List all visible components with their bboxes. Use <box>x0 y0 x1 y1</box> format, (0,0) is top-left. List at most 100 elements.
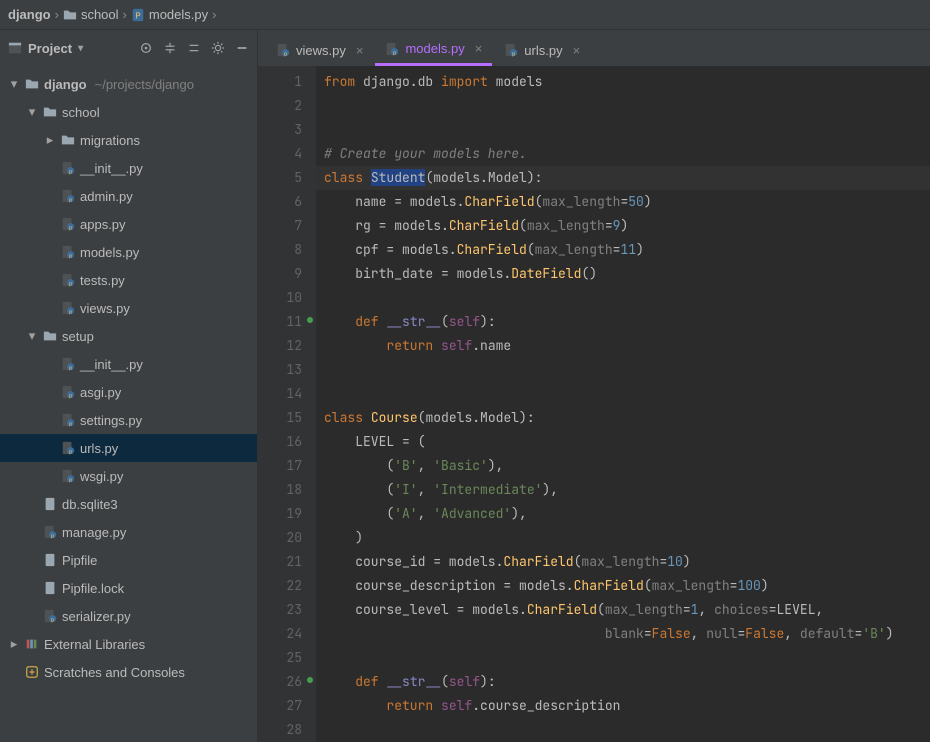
gear-icon[interactable] <box>211 41 225 55</box>
line-number[interactable]: 16 <box>258 430 316 454</box>
code-line[interactable] <box>316 718 930 742</box>
code-line[interactable]: birth_date = models.DateField() <box>316 262 930 286</box>
code-line[interactable]: def __str__(self): <box>316 670 930 694</box>
tree-file-urls-py[interactable]: p urls.py <box>0 434 257 462</box>
code-line[interactable]: ('I', 'Intermediate'), <box>316 478 930 502</box>
line-number[interactable]: 4 <box>258 142 316 166</box>
line-number[interactable]: 2 <box>258 94 316 118</box>
tree-arrow-icon[interactable]: ▾ <box>8 76 20 92</box>
code-line[interactable] <box>316 382 930 406</box>
line-number[interactable]: 26 <box>258 670 316 694</box>
editor-code[interactable]: from django.db import models # Create you… <box>316 66 930 742</box>
code-line[interactable]: return self.name <box>316 334 930 358</box>
close-icon[interactable]: × <box>573 43 581 58</box>
tree-scratches[interactable]: Scratches and Consoles <box>0 658 257 686</box>
tree-folder-migrations[interactable]: ▸ migrations <box>0 126 257 154</box>
code-line[interactable]: ('B', 'Basic'), <box>316 454 930 478</box>
code-line[interactable]: # Create your models here. <box>316 142 930 166</box>
code-line[interactable] <box>316 286 930 310</box>
line-number[interactable]: 1 <box>258 70 316 94</box>
tree-file-admin-py[interactable]: p admin.py <box>0 182 257 210</box>
editor-tab-views-py[interactable]: p views.py × <box>266 34 373 66</box>
tree-file-models-py[interactable]: p models.py <box>0 238 257 266</box>
line-number[interactable]: 18 <box>258 478 316 502</box>
line-number[interactable]: 22 <box>258 574 316 598</box>
code-line[interactable]: from django.db import models <box>316 70 930 94</box>
code-line[interactable]: def __str__(self): <box>316 310 930 334</box>
line-number[interactable]: 14 <box>258 382 316 406</box>
line-number[interactable]: 7 <box>258 214 316 238</box>
line-number[interactable]: 27 <box>258 694 316 718</box>
line-number[interactable]: 6 <box>258 190 316 214</box>
tree-file-views-py[interactable]: p views.py <box>0 294 257 322</box>
tree-root[interactable]: ▾ django ~/projects/django <box>0 70 257 98</box>
editor-tab-urls-py[interactable]: p urls.py × <box>494 34 590 66</box>
code-line[interactable] <box>316 94 930 118</box>
tree-file-apps-py[interactable]: p apps.py <box>0 210 257 238</box>
tree-folder-setup[interactable]: ▾ setup <box>0 322 257 350</box>
code-line[interactable]: course_level = models.CharField(max_leng… <box>316 598 930 622</box>
collapse-all-icon[interactable] <box>187 41 201 55</box>
line-number[interactable]: 23 <box>258 598 316 622</box>
tree-file-manage-py[interactable]: p manage.py <box>0 518 257 546</box>
line-number[interactable]: 12 <box>258 334 316 358</box>
code-line[interactable]: blank=False, null=False, default='B') <box>316 622 930 646</box>
code-line[interactable]: course_description = models.CharField(ma… <box>316 574 930 598</box>
breadcrumb-item-2[interactable]: P models.py <box>131 7 208 22</box>
line-number[interactable]: 10 <box>258 286 316 310</box>
breadcrumb-item-0[interactable]: django <box>8 7 51 22</box>
tree-file-__init__-py[interactable]: p __init__.py <box>0 154 257 182</box>
tree-file-Pipfile[interactable]: Pipfile <box>0 546 257 574</box>
tree-file-settings-py[interactable]: p settings.py <box>0 406 257 434</box>
line-number[interactable]: 21 <box>258 550 316 574</box>
code-line[interactable]: class Course(models.Model): <box>316 406 930 430</box>
code-line[interactable]: ('A', 'Advanced'), <box>316 502 930 526</box>
project-view-selector[interactable]: Project ▾ <box>8 41 83 56</box>
line-number[interactable]: 17 <box>258 454 316 478</box>
line-number[interactable]: 11 <box>258 310 316 334</box>
select-opened-file-icon[interactable] <box>139 41 153 55</box>
tree-file-wsgi-py[interactable]: p wsgi.py <box>0 462 257 490</box>
line-number[interactable]: 28 <box>258 718 316 742</box>
code-line[interactable]: LEVEL = ( <box>316 430 930 454</box>
tree-file-__init__-py[interactable]: p __init__.py <box>0 350 257 378</box>
tree-file-db-sqlite3[interactable]: db.sqlite3 <box>0 490 257 518</box>
line-number[interactable]: 19 <box>258 502 316 526</box>
line-number[interactable]: 24 <box>258 622 316 646</box>
line-number[interactable]: 5 <box>258 166 316 190</box>
code-line[interactable]: name = models.CharField(max_length=50) <box>316 190 930 214</box>
expand-all-icon[interactable] <box>163 41 177 55</box>
tree-file-Pipfile-lock[interactable]: Pipfile.lock <box>0 574 257 602</box>
code-editor[interactable]: 1234567891011121314151617181920212223242… <box>258 66 930 742</box>
close-icon[interactable]: × <box>475 41 483 56</box>
tree-folder-school[interactable]: ▾ school <box>0 98 257 126</box>
line-number[interactable]: 8 <box>258 238 316 262</box>
code-line[interactable]: class Student(models.Model): <box>316 166 930 190</box>
code-line[interactable]: return self.course_description <box>316 694 930 718</box>
code-line[interactable] <box>316 118 930 142</box>
tree-arrow-icon[interactable]: ▾ <box>26 328 38 344</box>
code-line[interactable] <box>316 358 930 382</box>
line-number[interactable]: 25 <box>258 646 316 670</box>
tree-arrow-icon[interactable]: ▸ <box>44 132 56 148</box>
override-gutter-icon[interactable] <box>306 316 314 324</box>
hide-icon[interactable] <box>235 41 249 55</box>
code-line[interactable]: cpf = models.CharField(max_length=11) <box>316 238 930 262</box>
tree-arrow-icon[interactable]: ▸ <box>8 636 20 652</box>
tree-file-serializer-py[interactable]: p serializer.py <box>0 602 257 630</box>
line-number[interactable]: 15 <box>258 406 316 430</box>
code-line[interactable] <box>316 646 930 670</box>
breadcrumb-item-1[interactable]: school <box>63 7 119 22</box>
tree-external-libraries[interactable]: ▸ External Libraries <box>0 630 257 658</box>
code-line[interactable]: rg = models.CharField(max_length=9) <box>316 214 930 238</box>
override-gutter-icon[interactable] <box>306 676 314 684</box>
code-line[interactable]: ) <box>316 526 930 550</box>
tree-file-tests-py[interactable]: p tests.py <box>0 266 257 294</box>
close-icon[interactable]: × <box>356 43 364 58</box>
tree-arrow-icon[interactable]: ▾ <box>26 104 38 120</box>
editor-tab-models-py[interactable]: p models.py × <box>375 34 492 66</box>
code-line[interactable]: course_id = models.CharField(max_length=… <box>316 550 930 574</box>
tree-file-asgi-py[interactable]: p asgi.py <box>0 378 257 406</box>
line-number[interactable]: 20 <box>258 526 316 550</box>
line-number[interactable]: 13 <box>258 358 316 382</box>
